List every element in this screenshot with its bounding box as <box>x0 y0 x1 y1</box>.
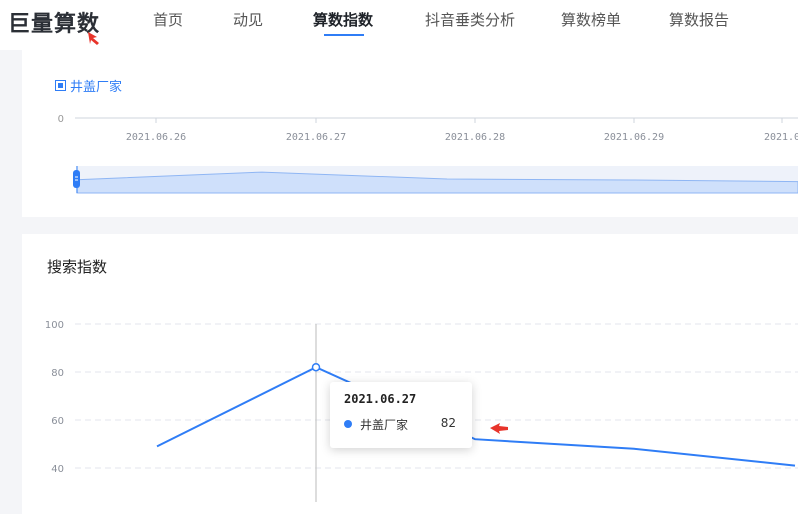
y-tick-label: 40 <box>51 464 64 475</box>
highlight-point <box>311 362 321 372</box>
tooltip-date: 2021.06.27 <box>344 392 417 406</box>
y-tick-label: 100 <box>45 320 64 331</box>
tooltip-value: 82 <box>440 416 456 430</box>
series-dot-icon <box>344 420 352 428</box>
tooltip-series-name: 井盖厂家 <box>360 418 409 432</box>
y-tick-label: 60 <box>51 416 64 427</box>
y-tick-label: 80 <box>51 368 64 379</box>
series-line <box>156 366 796 467</box>
chart-tooltip: 2021.06.27 井盖厂家 82 <box>330 382 472 448</box>
series-points <box>311 362 321 372</box>
